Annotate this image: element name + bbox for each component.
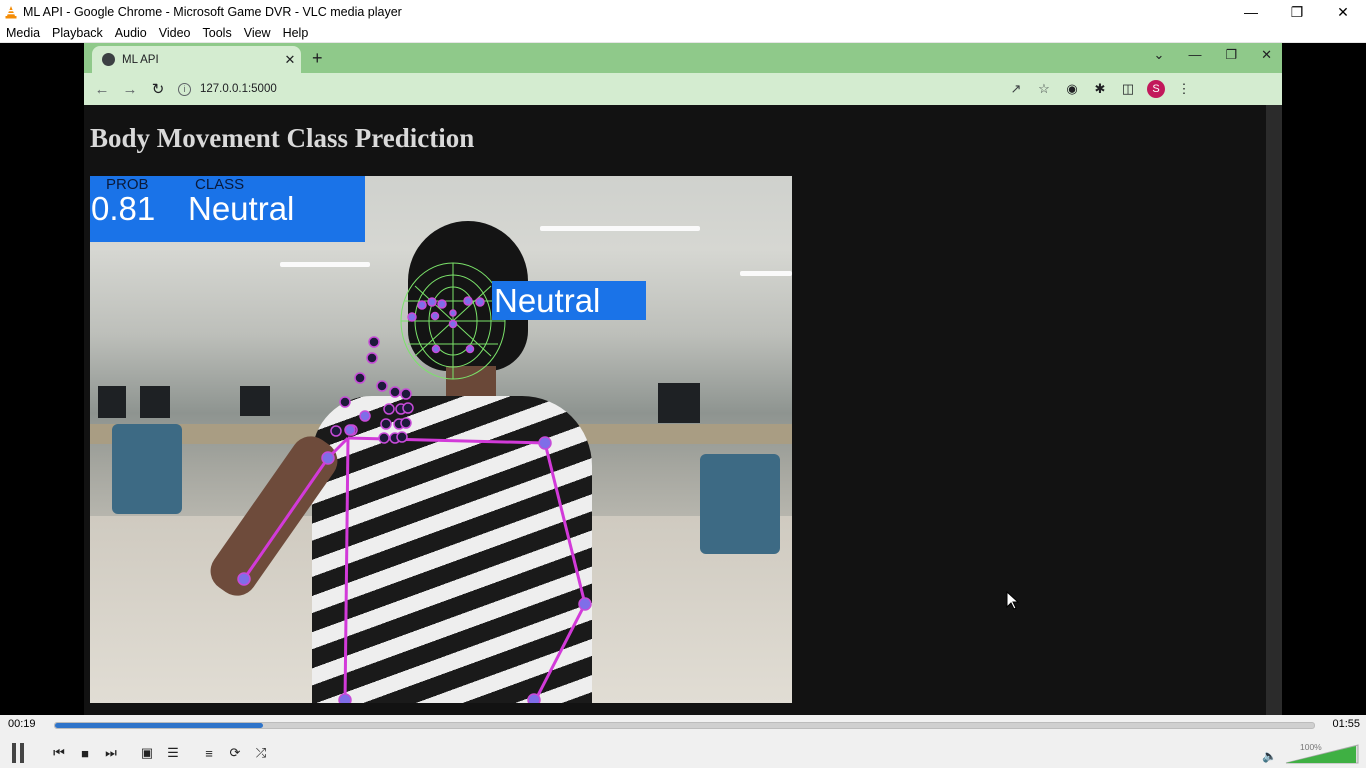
share-icon[interactable]: ↗: [1002, 81, 1030, 97]
window-title: ML API - Google Chrome - Microsoft Game …: [23, 5, 402, 19]
chrome-window-controls: ⌄ — ❐ ✕: [1154, 47, 1272, 63]
tab-search-icon[interactable]: ⌄: [1154, 47, 1165, 63]
prediction-box: PROB CLASS 0.81 Neutral: [90, 176, 365, 242]
chrome-tab-bar: ML API ✕ + ⌄ — ❐ ✕: [84, 43, 1282, 73]
vlc-cone-icon: [5, 6, 17, 19]
profile-avatar[interactable]: S: [1147, 80, 1165, 98]
time-total: 01:55: [1332, 718, 1360, 730]
globe-icon: [102, 53, 115, 66]
mouse-cursor-icon: [1006, 591, 1020, 610]
prob-value: 0.81: [91, 190, 156, 227]
forward-icon[interactable]: →: [116, 81, 144, 98]
webcam-frame: PROB CLASS 0.81 Neutral Neutral: [90, 176, 792, 703]
seek-bar[interactable]: [54, 722, 1315, 729]
video-area[interactable]: ML API ✕ + ⌄ — ❐ ✕ ← → ↻ i 127.0.0.1:500…: [0, 43, 1366, 715]
menu-tools[interactable]: Tools: [197, 26, 238, 40]
bookmark-star-icon[interactable]: ☆: [1030, 81, 1058, 97]
extended-settings-icon[interactable]: ☰: [160, 741, 186, 765]
minimize-icon[interactable]: —: [1228, 0, 1274, 24]
address-bar[interactable]: i 127.0.0.1:5000 ↗ ☆: [178, 77, 1058, 101]
menu-view[interactable]: View: [238, 26, 277, 40]
site-info-icon[interactable]: i: [178, 82, 191, 96]
menu-help[interactable]: Help: [277, 26, 315, 40]
chrome-minimize-icon[interactable]: —: [1188, 47, 1201, 63]
extension-icon[interactable]: ◉: [1058, 81, 1086, 97]
seek-bar-fill: [55, 723, 263, 728]
playlist-icon[interactable]: ≡: [196, 741, 222, 765]
chrome-maximize-icon[interactable]: ❐: [1225, 47, 1237, 63]
chrome-close-icon[interactable]: ✕: [1261, 47, 1272, 63]
close-icon[interactable]: ✕: [1320, 0, 1366, 24]
back-icon[interactable]: ←: [88, 81, 116, 98]
window-controls: — ❐ ✕: [1228, 0, 1366, 24]
loop-icon[interactable]: ⟳: [222, 741, 248, 765]
url-text: 127.0.0.1:5000: [200, 83, 277, 95]
chrome-toolbar: ← → ↻ i 127.0.0.1:5000 ↗ ☆ ◉ ✱ ◫ S ⋮: [84, 73, 1282, 105]
volume-slider[interactable]: [1284, 743, 1360, 765]
page-title: Body Movement Class Prediction: [90, 123, 475, 153]
hand-landmarks: [330, 336, 414, 444]
vlc-menu-bar: Media Playback Audio Video Tools View He…: [0, 24, 1366, 43]
previous-icon[interactable]: ⏮: [46, 741, 72, 765]
menu-audio[interactable]: Audio: [109, 26, 153, 40]
toolbar-icons: ◉ ✱ ◫ S ⋮: [1058, 80, 1198, 98]
chrome-window: ML API ✕ + ⌄ — ❐ ✕ ← → ↻ i 127.0.0.1:500…: [84, 43, 1282, 715]
pose-skeleton: [242, 436, 587, 703]
pose-overlay: [237, 262, 592, 703]
shuffle-icon[interactable]: ⤮: [248, 741, 274, 765]
stop-icon[interactable]: ■: [72, 741, 98, 765]
maximize-icon[interactable]: ❐: [1274, 0, 1320, 24]
side-panel-icon[interactable]: ◫: [1114, 81, 1142, 97]
pose-joints: [237, 410, 592, 703]
vlc-controls: 00:19 01:55 ⏮ ■ ⏭ ▣ ☰ ≡ ⟳ ⤮ 🔈 100%: [0, 715, 1366, 768]
face-class-label: Neutral: [492, 281, 646, 320]
time-elapsed: 00:19: [8, 718, 36, 730]
speaker-icon[interactable]: 🔈: [1262, 749, 1277, 763]
class-value: Neutral: [188, 190, 295, 227]
pause-icon[interactable]: [0, 741, 36, 765]
menu-media[interactable]: Media: [0, 26, 46, 40]
puzzle-extensions-icon[interactable]: ✱: [1086, 81, 1114, 97]
menu-video[interactable]: Video: [153, 26, 197, 40]
page-scrollbar[interactable]: [1266, 105, 1282, 715]
browser-tab[interactable]: ML API ✕: [92, 46, 301, 73]
more-menu-icon[interactable]: ⋮: [1170, 81, 1198, 97]
fullscreen-icon[interactable]: ▣: [134, 741, 160, 765]
playback-controls: ⏮ ■ ⏭ ▣ ☰ ≡ ⟳ ⤮: [0, 739, 274, 767]
next-icon[interactable]: ⏭: [98, 741, 124, 765]
tab-close-icon[interactable]: ✕: [279, 52, 301, 68]
menu-playback[interactable]: Playback: [46, 26, 109, 40]
tab-title: ML API: [122, 53, 159, 66]
vlc-titlebar: ML API - Google Chrome - Microsoft Game …: [0, 0, 1366, 24]
volume-control[interactable]: 🔈 100%: [1256, 739, 1366, 767]
reload-icon[interactable]: ↻: [144, 80, 172, 98]
web-page: Body Movement Class Prediction PROB CLAS…: [84, 105, 1266, 715]
new-tab-icon[interactable]: +: [312, 48, 323, 69]
